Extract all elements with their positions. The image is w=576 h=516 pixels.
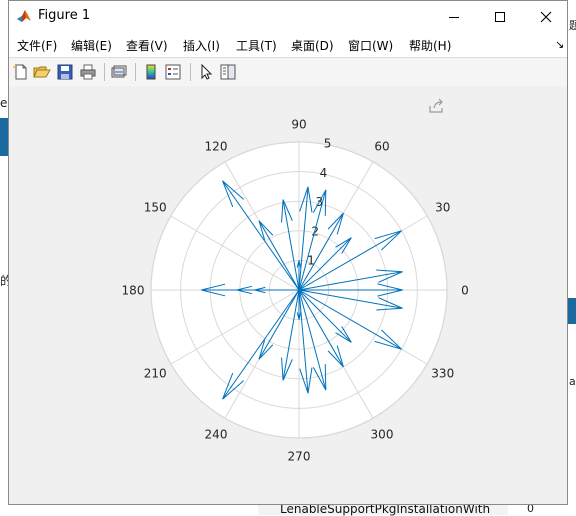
menu-help[interactable]: 帮助(H): [409, 37, 451, 54]
property-editor-icon[interactable]: [219, 63, 237, 81]
minimize-icon: [449, 16, 459, 18]
legend-icon[interactable]: [164, 63, 182, 81]
radial-tick-label: 5: [324, 136, 332, 150]
angle-tick-label: 30: [435, 201, 450, 215]
menu-file[interactable]: 文件(F): [17, 37, 57, 54]
background-blue-bar-right: [568, 298, 576, 324]
figure-toolbar: [9, 57, 567, 87]
menu-window[interactable]: 窗口(W): [348, 37, 393, 54]
background-text-left-1: e: [0, 96, 8, 110]
title-bar[interactable]: Figure 1: [9, 1, 567, 32]
compass-plot: 030609012015018021024027030033012345: [122, 118, 469, 464]
close-icon: [540, 11, 552, 22]
radial-tick-label: 2: [311, 224, 319, 238]
angle-tick-label: 240: [205, 427, 228, 441]
background-text-right-2: al: [569, 375, 576, 388]
angle-tick-label: 150: [144, 201, 167, 215]
angle-tick-label: 180: [122, 284, 145, 298]
angle-tick-label: 210: [144, 367, 167, 381]
figure-window: Figure 1 文件(F) 编辑(E) 查看(V) 插入(I) 工具(T) 桌…: [8, 0, 568, 505]
figure-canvas: 0 30 60 90 120 150 180 210 240 270 300 330 1 2 3 4 5: [9, 86, 567, 504]
menu-tools[interactable]: 工具(T): [236, 37, 277, 54]
window-title: Figure 1: [38, 8, 91, 23]
angle-tick-label: 0: [461, 284, 469, 298]
minimize-button[interactable]: [431, 1, 477, 32]
maximize-button[interactable]: [477, 1, 523, 32]
menu-insert[interactable]: 插入(I): [183, 37, 220, 54]
toolbar-separator: [190, 63, 191, 81]
maximize-icon: [495, 11, 505, 22]
print-icon[interactable]: [79, 63, 97, 81]
menu-bar: 文件(F) 编辑(E) 查看(V) 插入(I) 工具(T) 桌面(D) 窗口(W…: [9, 32, 567, 57]
angle-tick-label: 300: [371, 427, 394, 441]
new-figure-icon[interactable]: [12, 63, 30, 81]
menu-overflow-icon[interactable]: ↘: [555, 38, 564, 51]
angle-tick-label: 120: [205, 140, 228, 154]
link-icon[interactable]: [110, 63, 128, 81]
matlab-logo-icon: [17, 10, 31, 22]
close-button[interactable]: [523, 1, 569, 32]
pointer-icon[interactable]: [197, 63, 215, 81]
open-file-icon[interactable]: [33, 63, 51, 81]
angle-tick-label: 270: [288, 450, 311, 464]
toolbar-separator: [104, 63, 105, 81]
save-icon[interactable]: [56, 63, 74, 81]
angle-tick-label: 60: [374, 140, 389, 154]
menu-edit[interactable]: 编辑(E): [71, 37, 112, 54]
colorbar-icon[interactable]: [142, 63, 160, 81]
angle-tick-label: 330: [431, 367, 454, 381]
radial-tick-label: 4: [320, 166, 328, 180]
menu-desktop[interactable]: 桌面(D): [291, 37, 334, 54]
background-blue-bar-left: [0, 118, 8, 156]
angle-tick-label: 90: [291, 118, 306, 132]
menu-view[interactable]: 查看(V): [126, 37, 168, 54]
background-text-right-1: 题: [569, 19, 576, 32]
toolbar-separator: [135, 63, 136, 81]
